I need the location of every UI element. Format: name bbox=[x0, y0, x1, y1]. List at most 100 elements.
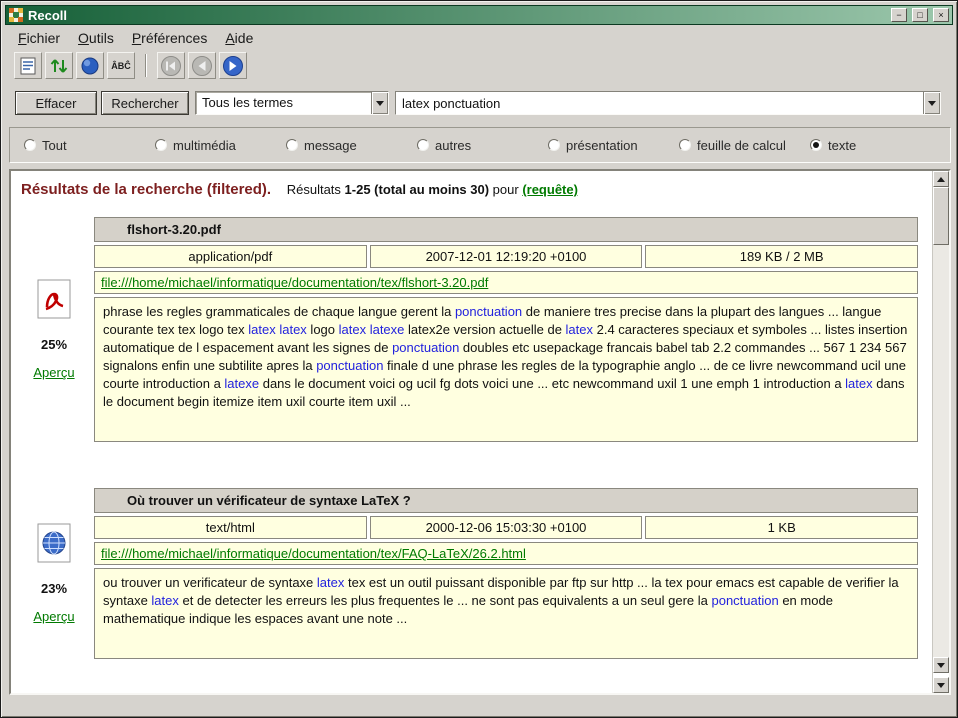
result-list: 25% Aperçu flshort-3.20.pdf application/… bbox=[17, 214, 932, 662]
highlighted-term: latex bbox=[151, 593, 178, 608]
status-bar bbox=[5, 697, 953, 713]
chevron-down-icon bbox=[928, 101, 936, 106]
arrow-up-icon bbox=[937, 177, 945, 182]
query-history-dropdown-button[interactable] bbox=[923, 92, 940, 114]
highlighted-term: latex latex bbox=[248, 322, 307, 337]
chevron-down-icon bbox=[376, 101, 384, 106]
category-filter-panel: Tout multimédia message autres présentat… bbox=[9, 127, 951, 163]
result-item: 23% Aperçu Où trouver un vérificateur de… bbox=[17, 485, 932, 662]
filter-radio-tout[interactable]: Tout bbox=[24, 138, 155, 153]
results-connector: pour bbox=[493, 182, 519, 197]
filter-label: multimédia bbox=[173, 138, 236, 153]
query-detail-button[interactable] bbox=[14, 52, 42, 79]
filter-label: texte bbox=[828, 138, 856, 153]
radio-icon bbox=[548, 139, 560, 151]
menu-aide[interactable]: Aide bbox=[216, 28, 262, 48]
abstract-text: dans le document voici og ucil fg dots v… bbox=[259, 376, 845, 391]
result-date: 2007-12-01 12:19:20 +0100 bbox=[370, 245, 643, 268]
filter-radio-autres[interactable]: autres bbox=[417, 138, 548, 153]
highlighted-term: ponctuation bbox=[711, 593, 778, 608]
tool-bar: ÂBĈ bbox=[5, 50, 953, 81]
pdf-file-icon[interactable] bbox=[37, 279, 71, 324]
filter-label: autres bbox=[435, 138, 471, 153]
next-page-button[interactable] bbox=[219, 52, 247, 79]
highlighted-term: latex bbox=[566, 322, 593, 337]
first-page-button[interactable] bbox=[157, 52, 185, 79]
preview-link[interactable]: Aperçu bbox=[33, 609, 74, 624]
filter-radio-presentation[interactable]: présentation bbox=[548, 138, 679, 153]
result-side: 25% Aperçu bbox=[17, 214, 91, 445]
search-query-input[interactable] bbox=[396, 92, 923, 114]
scroll-down-button-outer[interactable] bbox=[933, 677, 949, 693]
result-url-link[interactable]: file:///home/michael/informatique/docume… bbox=[101, 546, 526, 561]
sort-parameters-button[interactable] bbox=[45, 52, 73, 79]
highlighted-term: ponctuation bbox=[392, 340, 459, 355]
previous-page-button[interactable] bbox=[188, 52, 216, 79]
highlighted-term: latexe bbox=[224, 376, 259, 391]
recoll-window: Recoll − □ × Fichier Outils Préférences … bbox=[0, 0, 958, 718]
results-area: Résultats de la recherche (filtered). Ré… bbox=[9, 169, 951, 695]
results-header: Résultats de la recherche (filtered). Ré… bbox=[17, 181, 932, 198]
results-content: Résultats de la recherche (filtered). Ré… bbox=[11, 171, 932, 693]
history-icon bbox=[80, 56, 100, 76]
search-button[interactable]: Rechercher bbox=[101, 91, 189, 115]
term-explorer-button[interactable]: ÂBĈ bbox=[107, 52, 135, 79]
radio-icon bbox=[810, 139, 822, 151]
result-table: flshort-3.20.pdf application/pdf 2007-12… bbox=[91, 214, 921, 445]
sort-arrows-icon bbox=[49, 56, 69, 76]
results-scrollbar[interactable] bbox=[932, 171, 949, 693]
filter-label: message bbox=[304, 138, 357, 153]
menu-fichier[interactable]: Fichier bbox=[9, 28, 69, 48]
highlighted-term: latex bbox=[845, 376, 872, 391]
results-count-prefix: Résultats bbox=[287, 182, 341, 197]
first-page-icon bbox=[160, 55, 182, 77]
scrollbar-track[interactable] bbox=[933, 245, 949, 657]
term-explorer-icon: ÂBĈ bbox=[111, 61, 131, 71]
highlighted-term: latex bbox=[317, 575, 344, 590]
result-date: 2000-12-06 15:03:30 +0100 bbox=[370, 516, 643, 539]
previous-page-icon bbox=[191, 55, 213, 77]
menu-preferences[interactable]: Préférences bbox=[123, 28, 217, 48]
filter-radio-multimedia[interactable]: multimédia bbox=[155, 138, 286, 153]
result-title: flshort-3.20.pdf bbox=[94, 217, 918, 242]
menu-bar: Fichier Outils Préférences Aide bbox=[5, 27, 953, 49]
window-title: Recoll bbox=[28, 8, 886, 23]
radio-icon bbox=[24, 139, 36, 151]
close-button[interactable]: × bbox=[933, 8, 949, 22]
result-size: 1 KB bbox=[645, 516, 918, 539]
menu-outils[interactable]: Outils bbox=[69, 28, 123, 48]
radio-icon bbox=[286, 139, 298, 151]
search-mode-select[interactable]: Tous les termes bbox=[195, 91, 389, 115]
highlighted-term: ponctuation bbox=[316, 358, 383, 373]
scroll-down-button[interactable] bbox=[933, 657, 949, 673]
result-item: 25% Aperçu flshort-3.20.pdf application/… bbox=[17, 214, 932, 445]
abstract-text: logo bbox=[307, 322, 339, 337]
html-file-icon[interactable] bbox=[37, 523, 71, 568]
result-abstract: phrase les regles grammaticales de chaqu… bbox=[94, 297, 918, 442]
search-mode-value: Tous les termes bbox=[196, 92, 371, 114]
query-details-link[interactable]: (requête) bbox=[522, 182, 578, 197]
relevance-percent: 23% bbox=[41, 581, 67, 596]
minimize-button[interactable]: − bbox=[891, 8, 907, 22]
result-table: Où trouver un vérificateur de syntaxe La… bbox=[91, 485, 921, 662]
result-url-link[interactable]: file:///home/michael/informatique/docume… bbox=[101, 275, 488, 290]
scroll-up-button[interactable] bbox=[933, 171, 949, 187]
maximize-button[interactable]: □ bbox=[912, 8, 928, 22]
document-history-button[interactable] bbox=[76, 52, 104, 79]
abstract-text: et de detecter les erreurs les plus freq… bbox=[179, 593, 712, 608]
arrow-down-icon bbox=[937, 683, 945, 688]
radio-icon bbox=[679, 139, 691, 151]
filter-radio-texte[interactable]: texte bbox=[810, 138, 856, 153]
result-size: 189 KB / 2 MB bbox=[645, 245, 918, 268]
result-mime: text/html bbox=[94, 516, 367, 539]
filter-radio-feuille-de-calcul[interactable]: feuille de calcul bbox=[679, 138, 810, 153]
result-side: 23% Aperçu bbox=[17, 485, 91, 662]
mode-dropdown-button[interactable] bbox=[371, 92, 388, 114]
scrollbar-thumb[interactable] bbox=[933, 187, 949, 245]
preview-link[interactable]: Aperçu bbox=[33, 365, 74, 380]
clear-button[interactable]: Effacer bbox=[15, 91, 97, 115]
title-bar[interactable]: Recoll − □ × bbox=[5, 5, 953, 25]
result-abstract: ou trouver un verificateur de syntaxe la… bbox=[94, 568, 918, 659]
filter-radio-message[interactable]: message bbox=[286, 138, 417, 153]
filter-label: présentation bbox=[566, 138, 638, 153]
